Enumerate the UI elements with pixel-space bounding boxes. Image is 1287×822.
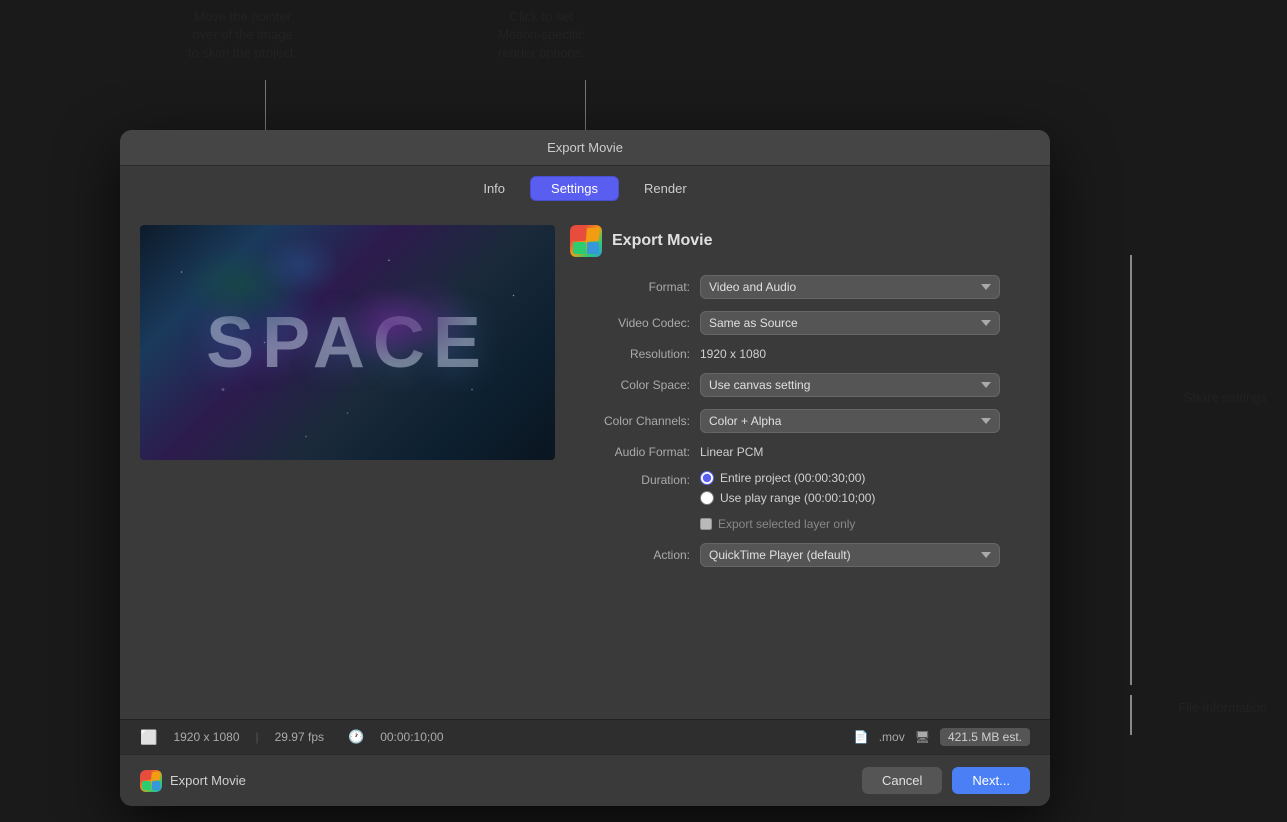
video-codec-label: Video Codec:	[570, 316, 700, 330]
tab-render[interactable]: Render	[623, 176, 708, 201]
info-resolution-icon: ⬜	[140, 729, 157, 746]
bottom-title-text: Export Movie	[170, 773, 246, 788]
monitor-icon: 🖥	[915, 730, 930, 744]
icon-q3	[142, 781, 151, 790]
next-button[interactable]: Next...	[952, 767, 1030, 794]
left-callout-line	[265, 80, 266, 132]
color-space-select[interactable]: Use canvas setting Standard - Rec. 709 W…	[700, 373, 1000, 397]
video-codec-select[interactable]: Same as Source H.264 H.265 (HEVC) ProRes…	[700, 311, 1000, 335]
resolution-label: Resolution:	[570, 347, 700, 361]
info-duration: 00:00:10;00	[380, 730, 443, 744]
file-size-badge: 421.5 MB est.	[940, 728, 1030, 746]
annotation-area: Move the pointerover of the imageto skim…	[0, 0, 1287, 130]
share-settings-bracket	[1130, 255, 1132, 685]
action-select[interactable]: QuickTime Player (default) Save only Ope…	[700, 543, 1000, 567]
title-bar: Export Movie	[120, 130, 1050, 166]
action-label: Action:	[570, 548, 700, 562]
format-row: Format: Video and Audio Audio Only Video…	[570, 275, 1030, 299]
share-settings-label: Share settings	[1184, 390, 1267, 405]
resolution-value: 1920 x 1080	[700, 347, 766, 361]
dialog-title: Export Movie	[547, 140, 623, 155]
bottom-movie-icon	[140, 770, 162, 792]
export-header: Export Movie	[570, 225, 1030, 257]
info-resolution: 1920 x 1080	[173, 730, 239, 744]
info-sep1: |	[256, 730, 259, 744]
export-layer-label: Export selected layer only	[718, 517, 855, 531]
file-info-label: File information	[1178, 700, 1267, 715]
audio-format-row: Audio Format: Linear PCM	[570, 445, 1030, 459]
tab-info[interactable]: Info	[462, 176, 526, 201]
icon-quad-4	[587, 242, 600, 255]
tab-bar: Info Settings Render	[120, 166, 1050, 209]
info-right: 📄 .mov 🖥 421.5 MB est.	[854, 728, 1030, 746]
export-layer-option[interactable]: Export selected layer only	[700, 517, 855, 531]
export-title: Export Movie	[612, 232, 712, 250]
action-row: Action: QuickTime Player (default) Save …	[570, 543, 1030, 567]
right-callout: Click to setMotion-specificrender option…	[498, 8, 585, 63]
color-space-label: Color Space:	[570, 378, 700, 392]
duration-entire-label: Entire project (00:00:30;00)	[720, 471, 865, 485]
icon-q1	[142, 772, 151, 781]
preview-image[interactable]: SPACE	[140, 225, 555, 460]
nebula-purple	[340, 285, 440, 365]
left-callout: Move the pointerover of the imageto skim…	[188, 8, 297, 63]
bottom-title-area: Export Movie	[140, 770, 246, 792]
format-label: Format:	[570, 280, 700, 294]
color-space-row: Color Space: Use canvas setting Standard…	[570, 373, 1030, 397]
duration-label: Duration:	[570, 471, 700, 487]
audio-format-label: Audio Format:	[570, 445, 700, 459]
file-info-bracket	[1130, 695, 1132, 735]
icon-q2	[152, 772, 161, 781]
format-select[interactable]: Video and Audio Audio Only Video Only	[700, 275, 1000, 299]
settings-panel: Export Movie Format: Video and Audio Aud…	[560, 209, 1050, 719]
duration-playrange-radio[interactable]	[700, 491, 714, 505]
content-area: SPACE Export Movie Format: Video and Aud…	[120, 209, 1050, 719]
info-bar: ⬜ 1920 x 1080 | 29.97 fps 🕐 00:00:10;00 …	[120, 719, 1050, 754]
resolution-row: Resolution: 1920 x 1080	[570, 347, 1030, 361]
info-clock-icon: 🕐	[348, 729, 364, 745]
duration-entire-option[interactable]: Entire project (00:00:30;00)	[700, 471, 875, 485]
button-group: Cancel Next...	[862, 767, 1030, 794]
cancel-button[interactable]: Cancel	[862, 767, 942, 794]
movie-icon	[570, 225, 602, 257]
color-channels-row: Color Channels: Color + Alpha Color Alph…	[570, 409, 1030, 433]
icon-quad-2	[587, 228, 600, 241]
duration-entire-radio[interactable]	[700, 471, 714, 485]
button-bar: Export Movie Cancel Next...	[120, 754, 1050, 806]
nebula-blue	[260, 235, 340, 295]
file-ext: .mov	[879, 730, 905, 744]
video-codec-row: Video Codec: Same as Source H.264 H.265 …	[570, 311, 1030, 335]
audio-format-value: Linear PCM	[700, 445, 763, 459]
duration-row: Duration: Entire project (00:00:30;00) U…	[570, 471, 1030, 505]
color-channels-select[interactable]: Color + Alpha Color Alpha Only	[700, 409, 1000, 433]
export-layer-checkbox[interactable]	[700, 518, 712, 530]
duration-playrange-option[interactable]: Use play range (00:00:10;00)	[700, 491, 875, 505]
icon-q4	[152, 781, 161, 790]
icon-quad-3	[573, 242, 586, 255]
export-dialog: Export Movie Info Settings Render SPACE	[120, 130, 1050, 806]
tab-settings[interactable]: Settings	[530, 176, 619, 201]
duration-radio-group: Entire project (00:00:30;00) Use play ra…	[700, 471, 875, 505]
preview-panel: SPACE	[120, 209, 560, 719]
duration-playrange-label: Use play range (00:00:10;00)	[720, 491, 875, 505]
file-icon: 📄	[854, 730, 869, 744]
color-channels-label: Color Channels:	[570, 414, 700, 428]
export-layer-row: Export selected layer only	[570, 517, 1030, 531]
info-fps: 29.97 fps	[275, 730, 324, 744]
icon-quad-1	[573, 228, 586, 241]
right-callout-line	[585, 80, 586, 132]
